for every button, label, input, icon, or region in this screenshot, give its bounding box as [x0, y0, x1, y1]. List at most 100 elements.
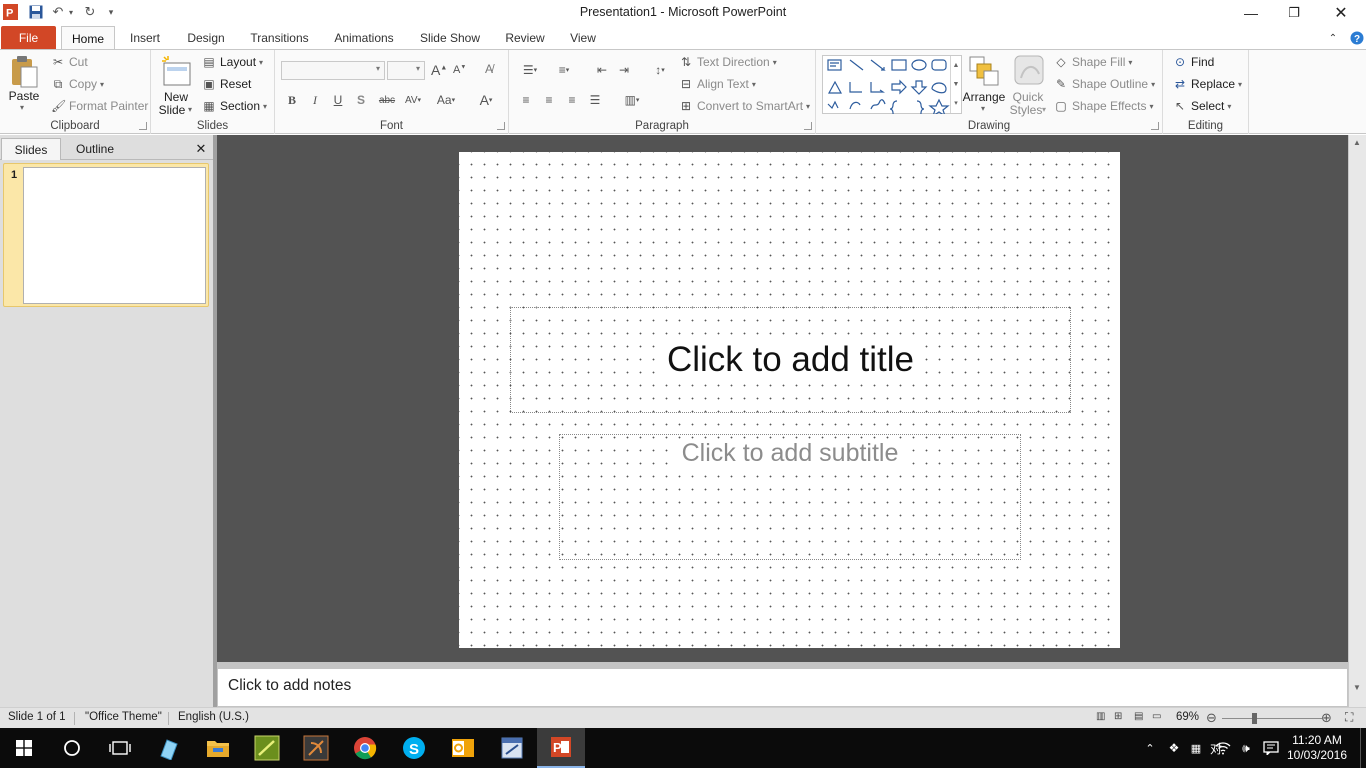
quick-styles-icon[interactable] — [1013, 54, 1045, 88]
chrome-icon[interactable] — [341, 728, 389, 768]
close-button[interactable]: ✕ — [1318, 0, 1364, 26]
cut-button[interactable]: ✂ Cut — [51, 55, 88, 69]
app-orange-icon[interactable] — [292, 728, 340, 768]
character-spacing-button[interactable]: AV ▾ — [401, 91, 425, 109]
tab-animations[interactable]: Animations — [330, 26, 398, 50]
font-launcher-icon[interactable] — [497, 122, 505, 130]
shape-outline-button[interactable]: ✎ Shape Outline ▾ — [1054, 77, 1155, 91]
app-green-icon[interactable] — [243, 728, 291, 768]
layout-button[interactable]: ▤ Layout ▾ — [202, 55, 263, 69]
decrease-indent-button[interactable]: ⇤ — [593, 61, 611, 79]
font-name-dropdown[interactable]: ▾ — [281, 61, 385, 80]
file-explorer-icon[interactable] — [194, 728, 242, 768]
zoom-level[interactable]: 69% — [1176, 711, 1199, 723]
select-button[interactable]: ↖ Select ▾ — [1173, 99, 1231, 113]
show-desktop-button[interactable] — [1360, 728, 1366, 768]
align-right-button[interactable]: ≡ — [563, 91, 581, 109]
bold-button[interactable]: B — [283, 91, 301, 109]
new-slide-label-2[interactable]: Slide — [152, 104, 192, 117]
vertical-scrollbar[interactable]: ▲ ▼ — [1348, 135, 1366, 707]
tab-slides-pane[interactable]: Slides — [1, 138, 61, 160]
new-slide-dropdown-icon[interactable]: ▾ — [188, 105, 192, 114]
zoom-slider[interactable] — [1222, 718, 1322, 719]
scroll-up-icon[interactable]: ▲ — [1353, 138, 1361, 147]
bullets-button[interactable]: ☰ ▾ — [517, 61, 543, 79]
shapes-gallery[interactable]: ▲ ▼ ▾ — [822, 55, 962, 114]
convert-smartart-button[interactable]: ⊞ Convert to SmartArt ▾ — [679, 99, 810, 113]
grow-font-icon[interactable]: A▲ — [431, 62, 447, 78]
tab-transitions[interactable]: Transitions — [246, 26, 313, 50]
minimize-button[interactable]: — — [1228, 0, 1274, 26]
collapse-ribbon-icon[interactable]: ⌃ — [1324, 26, 1342, 50]
text-direction-button[interactable]: ⇅ Text Direction ▾ — [679, 55, 777, 69]
volume-icon[interactable]: 🕪 — [1236, 728, 1256, 768]
align-left-button[interactable]: ≡ — [517, 91, 535, 109]
increase-indent-button[interactable]: ⇥ — [615, 61, 633, 79]
numbering-button[interactable]: ≡ ▾ — [551, 61, 577, 79]
normal-view-icon[interactable]: ▥ — [1096, 711, 1105, 722]
tab-review[interactable]: Review — [502, 26, 548, 50]
wifi-icon[interactable] — [1212, 728, 1234, 768]
copy-button[interactable]: ⧉ Copy ▾ — [51, 77, 104, 91]
find-button[interactable]: ⊙ Find — [1173, 55, 1214, 69]
notes-pane[interactable]: Click to add notes — [217, 668, 1348, 707]
arrange-dropdown-icon[interactable]: ▾ — [981, 104, 985, 113]
clock[interactable]: 11:20 AM 10/03/2016 — [1284, 728, 1350, 768]
app-blue-window-icon[interactable] — [488, 728, 536, 768]
paste-icon[interactable] — [8, 55, 40, 89]
action-center-icon[interactable] — [1260, 728, 1282, 768]
quick-styles-label-2[interactable]: Styles — [1005, 104, 1047, 117]
clipboard-launcher-icon[interactable] — [139, 122, 147, 130]
tab-file[interactable]: File — [1, 26, 56, 50]
text-shadow-button[interactable]: S — [352, 91, 370, 109]
justify-button[interactable]: ☰ — [586, 91, 604, 109]
strikethrough-button[interactable]: abc — [376, 91, 398, 109]
network-adapter-icon[interactable]: ▦ — [1186, 728, 1206, 768]
shrink-font-icon[interactable]: A▼ — [453, 64, 466, 76]
italic-button[interactable]: I — [306, 91, 324, 109]
show-hidden-icons[interactable]: ⌃ — [1140, 728, 1160, 768]
subtitle-placeholder[interactable]: Click to add subtitle — [559, 434, 1021, 560]
tab-slide-show[interactable]: Slide Show — [414, 26, 486, 50]
dropbox-icon[interactable]: ❖ — [1164, 728, 1184, 768]
help-icon[interactable]: ? — [1348, 26, 1366, 50]
replace-button[interactable]: ⇄ Replace ▾ — [1173, 77, 1242, 91]
paste-button[interactable]: Paste — [4, 90, 44, 103]
slide-show-icon[interactable]: ▭ — [1152, 711, 1161, 722]
fit-slide-icon[interactable]: ⛶ — [1345, 710, 1353, 725]
align-text-button[interactable]: ⊟ Align Text ▾ — [679, 77, 756, 91]
arrange-icon[interactable] — [967, 54, 1001, 88]
tab-home[interactable]: Home — [61, 26, 115, 51]
align-center-button[interactable]: ≡ — [540, 91, 558, 109]
tab-view[interactable]: View — [565, 26, 601, 50]
outlook-icon[interactable] — [439, 728, 487, 768]
windows-start-icon[interactable] — [0, 728, 48, 768]
arrange-button[interactable]: Arrange — [961, 91, 1007, 104]
zoom-in-icon[interactable]: ⊕ — [1321, 710, 1332, 726]
paragraph-launcher-icon[interactable] — [804, 122, 812, 130]
quick-styles-dropdown-icon[interactable]: ▾ — [1042, 105, 1046, 114]
reading-view-icon[interactable]: ▤ — [1134, 711, 1143, 722]
shapes-gallery-scroll[interactable]: ▲ ▼ ▾ — [950, 56, 961, 113]
drawing-launcher-icon[interactable] — [1151, 122, 1159, 130]
font-size-dropdown[interactable]: ▾ — [387, 61, 425, 80]
new-slide-icon[interactable] — [160, 55, 192, 89]
scroll-down-icon[interactable]: ▼ — [1353, 683, 1361, 693]
paste-dropdown-icon[interactable]: ▾ — [20, 103, 24, 112]
theme-status[interactable]: "Office Theme" — [85, 711, 162, 723]
powerpoint-taskbar-icon[interactable]: P — [537, 728, 585, 768]
underline-button[interactable]: U — [329, 91, 347, 109]
font-color-button[interactable]: A ▾ — [475, 91, 497, 109]
restore-button[interactable]: ❐ — [1271, 0, 1317, 26]
tab-design[interactable]: Design — [181, 26, 231, 50]
section-button[interactable]: ▦ Section ▾ — [202, 99, 267, 113]
change-case-button[interactable]: Aa ▾ — [433, 91, 459, 109]
shape-fill-button[interactable]: ◇ Shape Fill ▾ — [1054, 55, 1132, 69]
reset-button[interactable]: ▣ Reset — [202, 77, 251, 91]
language-status[interactable]: English (U.S.) — [178, 711, 249, 723]
tab-outline-pane[interactable]: Outline — [64, 138, 126, 160]
clear-formatting-icon[interactable]: A̸ — [485, 62, 493, 76]
line-spacing-button[interactable]: ↕ ▾ — [647, 61, 673, 79]
tab-insert[interactable]: Insert — [123, 26, 167, 50]
notepad-app-icon[interactable] — [145, 728, 193, 768]
